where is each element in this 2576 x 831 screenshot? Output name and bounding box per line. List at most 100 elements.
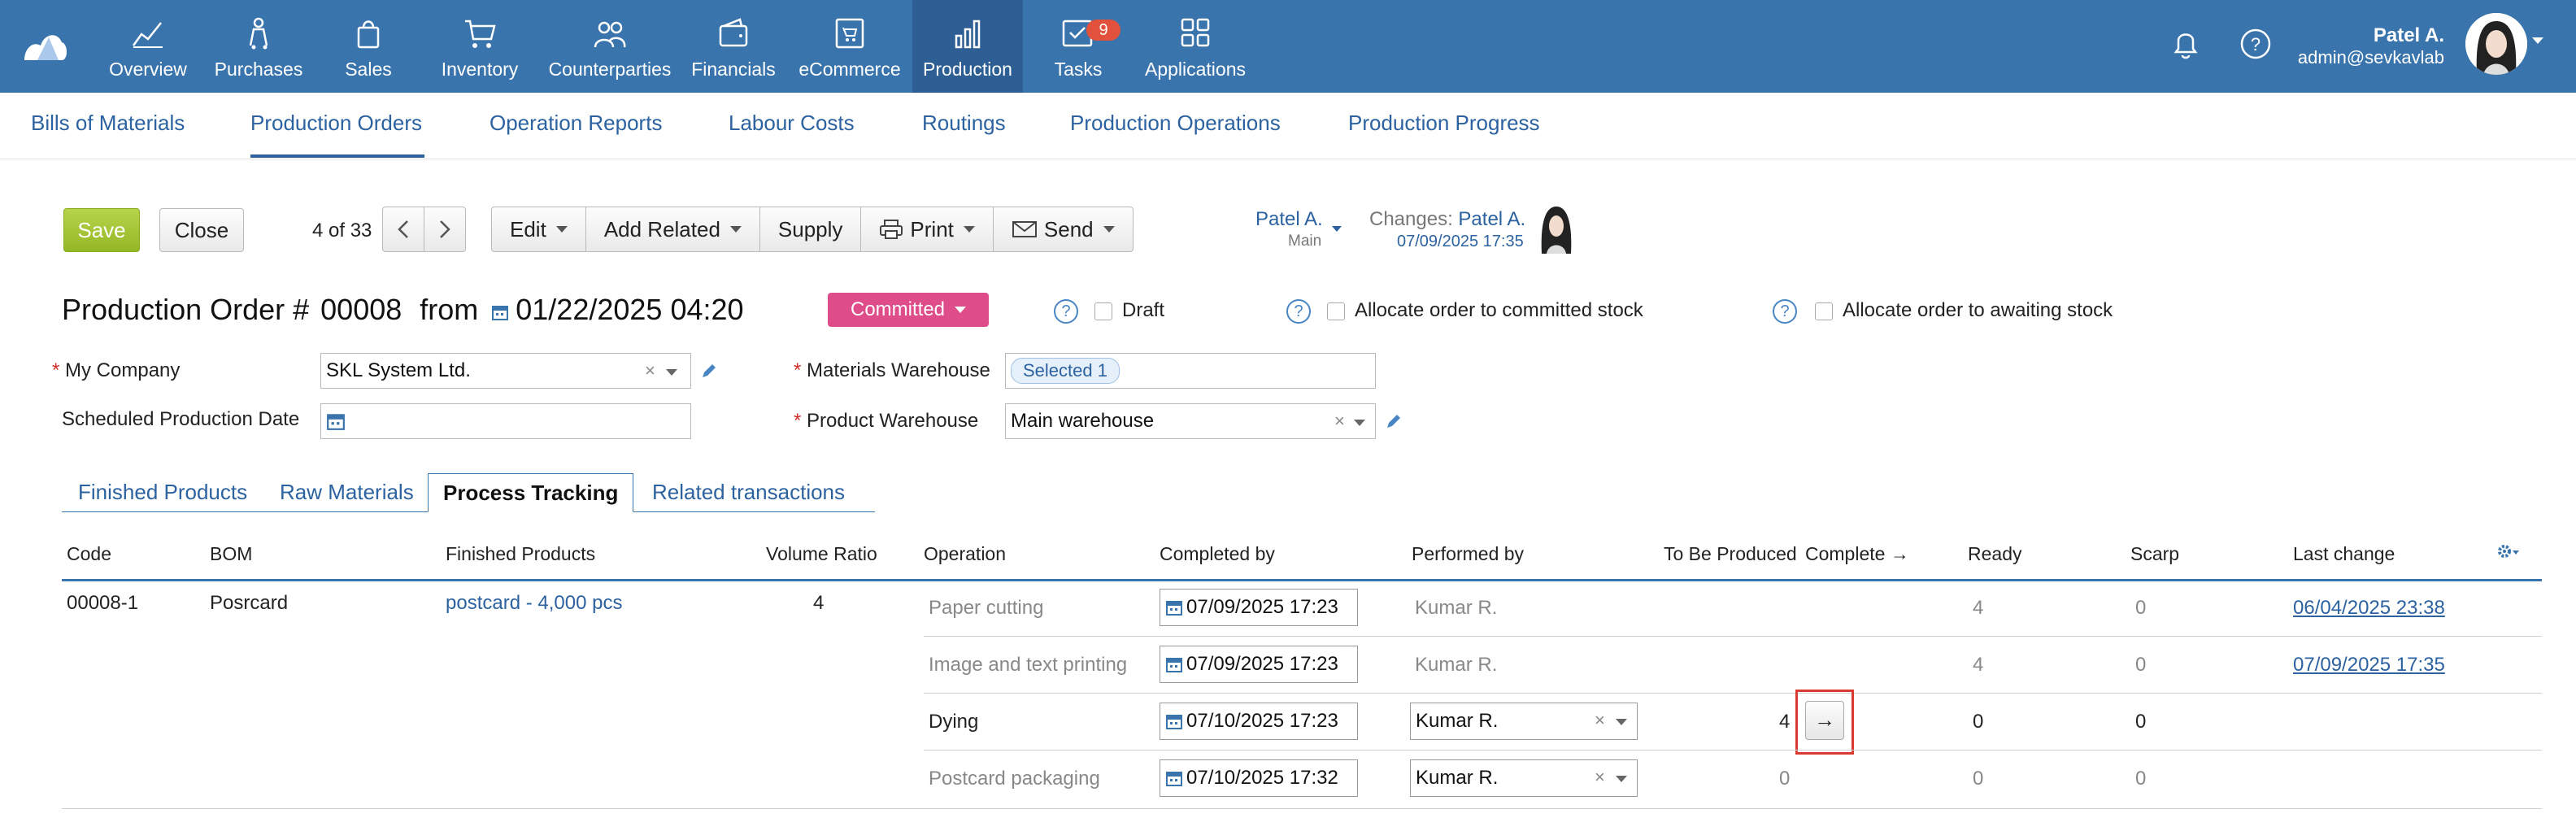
help-icon[interactable]: ?	[2238, 26, 2274, 62]
author-avatar-icon	[1541, 207, 1572, 254]
subnav-production-progress[interactable]: Production Progress	[1348, 111, 1540, 136]
completed-by-input[interactable]: 07/09/2025 17:23	[1160, 589, 1358, 626]
print-menu-button[interactable]: Print	[861, 207, 994, 251]
app-logo-icon[interactable]	[21, 24, 70, 65]
subnav-routings[interactable]: Routings	[922, 111, 1006, 136]
nav-inventory[interactable]: Inventory	[434, 0, 525, 93]
calendar-icon[interactable]	[491, 303, 509, 321]
next-record-button[interactable]	[424, 207, 465, 251]
edit-menu-button[interactable]: Edit	[492, 207, 586, 251]
changes-author[interactable]: Patel A.	[1458, 208, 1525, 230]
allocate-committed-checkbox[interactable]	[1327, 302, 1345, 320]
responsible-name[interactable]: Patel A.	[1255, 208, 1323, 231]
subnav-operation-reports[interactable]: Operation Reports	[490, 111, 662, 136]
product-warehouse-field[interactable]: Main warehouse ×	[1005, 403, 1376, 439]
record-pager	[382, 207, 466, 252]
completed-by-input[interactable]: 07/10/2025 17:32	[1160, 759, 1358, 797]
add-related-menu-button[interactable]: Add Related	[586, 207, 760, 251]
column-header-finished-products: Finished Products	[446, 543, 596, 564]
chart-line-icon	[132, 22, 163, 48]
nav-counterparties[interactable]: Counterparties	[545, 0, 675, 93]
tab-process-tracking[interactable]: Process Tracking	[428, 473, 634, 512]
draft-help-icon[interactable]: ?	[1054, 299, 1078, 324]
subnav-production-operations[interactable]: Production Operations	[1070, 111, 1281, 136]
calendar-icon[interactable]	[326, 411, 346, 431]
nav-ecommerce[interactable]: eCommerce	[797, 0, 903, 93]
completed-by-input[interactable]: 07/10/2025 17:23	[1160, 703, 1358, 740]
calendar-icon[interactable]	[1165, 769, 1183, 787]
tab-finished-products[interactable]: Finished Products	[63, 473, 262, 512]
allocate-awaiting-label: Allocate order to awaiting stock	[1843, 299, 2113, 321]
edit-pencil-icon[interactable]	[1384, 411, 1403, 431]
send-menu-button[interactable]: Send	[994, 207, 1133, 251]
subnav-bills-of-materials[interactable]: Bills of Materials	[31, 111, 185, 136]
clear-icon[interactable]: ×	[1334, 411, 1345, 432]
chevron-down-icon	[1103, 226, 1115, 233]
save-button[interactable]: Save	[63, 208, 140, 252]
prev-record-button[interactable]	[383, 207, 424, 251]
bell-icon[interactable]	[2168, 26, 2204, 62]
allocate-committed-label: Allocate order to committed stock	[1355, 299, 1643, 321]
nav-financials[interactable]: Financials	[688, 0, 779, 93]
chevron-down-icon[interactable]	[1616, 776, 1627, 782]
performed-by-select[interactable]: Kumar R. ×	[1410, 759, 1638, 797]
chevron-right-icon	[440, 220, 450, 238]
order-date[interactable]: 01/22/2025 04:20	[516, 293, 743, 326]
draft-checkbox[interactable]	[1094, 302, 1112, 320]
chevron-left-icon	[398, 220, 408, 238]
status-dropdown[interactable]: Committed	[828, 293, 989, 327]
chevron-down-icon[interactable]	[1354, 420, 1365, 426]
nav-production[interactable]: Production	[912, 0, 1023, 93]
allocate-committed-help-icon[interactable]: ?	[1286, 299, 1311, 324]
table-settings-gear-icon[interactable]	[2496, 543, 2519, 563]
column-header-complete[interactable]: Complete →	[1805, 543, 1909, 565]
clear-icon[interactable]: ×	[645, 360, 655, 381]
selected-tag[interactable]: Selected 1	[1011, 358, 1120, 384]
user-name[interactable]: Patel A.	[2374, 24, 2444, 47]
calendar-icon[interactable]	[1165, 598, 1183, 616]
edit-pencil-icon[interactable]	[699, 361, 719, 381]
my-company-field[interactable]: SKL System Ltd. ×	[320, 353, 691, 389]
column-header-performed-by: Performed by	[1412, 543, 1525, 564]
nav-purchases[interactable]: Purchases	[210, 0, 307, 93]
scheduled-date-field[interactable]	[320, 403, 691, 439]
chevron-down-icon	[955, 307, 967, 313]
chevron-down-icon[interactable]	[666, 369, 677, 376]
subnav-labour-costs[interactable]: Labour Costs	[729, 111, 855, 136]
user-menu-caret-icon[interactable]	[2532, 37, 2543, 44]
nav-applications[interactable]: Applications	[1145, 0, 1246, 93]
chevron-down-icon[interactable]	[1616, 719, 1627, 725]
supply-button[interactable]: Supply	[760, 207, 862, 251]
cell-last-change-link[interactable]: 07/09/2025 17:35	[2293, 654, 2445, 677]
avatar[interactable]	[2465, 13, 2527, 75]
calendar-icon[interactable]	[1165, 655, 1183, 673]
order-number[interactable]: 00008	[320, 293, 402, 326]
cell-operation: Paper cutting	[929, 597, 1044, 619]
complete-arrow-button[interactable]: →	[1805, 701, 1844, 740]
calendar-icon[interactable]	[1165, 712, 1183, 730]
nav-tasks[interactable]: Tasks 9	[1049, 0, 1120, 93]
clear-icon[interactable]: ×	[1595, 767, 1605, 788]
allocate-awaiting-checkbox[interactable]	[1815, 302, 1833, 320]
performed-by-select[interactable]: Kumar R. ×	[1410, 703, 1638, 740]
cell-finished-product-link[interactable]: postcard - 4,000 pcs	[446, 592, 622, 615]
close-button[interactable]: Close	[159, 208, 244, 252]
subnav-production-orders[interactable]: Production Orders	[250, 111, 422, 136]
cell-last-change-link[interactable]: 06/04/2025 23:38	[2293, 597, 2445, 620]
cell-performed-by: Kumar R.	[1415, 597, 1498, 619]
tab-raw-materials[interactable]: Raw Materials	[265, 473, 429, 512]
nav-sales[interactable]: Sales	[332, 0, 405, 93]
cell-ready: 4	[1973, 597, 1984, 619]
completed-by-input[interactable]: 07/09/2025 17:23	[1160, 646, 1358, 683]
chevron-down-icon	[555, 226, 568, 233]
clear-icon[interactable]: ×	[1595, 710, 1605, 731]
tab-related-transactions[interactable]: Related transactions	[637, 473, 859, 512]
nav-overview[interactable]: Overview	[102, 0, 194, 93]
materials-warehouse-field[interactable]: Selected 1	[1005, 353, 1376, 389]
allocate-awaiting-help-icon[interactable]: ?	[1773, 299, 1797, 324]
user-email: admin@sevkavlab	[2297, 47, 2444, 67]
column-header-bom: BOM	[210, 543, 253, 564]
my-company-label: * My Company	[52, 359, 181, 381]
cell-ready: 0	[1973, 711, 1984, 733]
responsible-caret-icon[interactable]	[1332, 226, 1342, 232]
